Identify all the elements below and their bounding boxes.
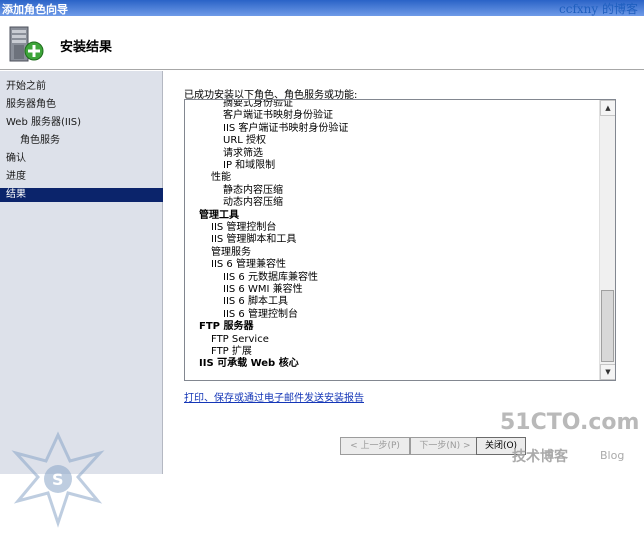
list-item: FTP 扩展: [211, 346, 252, 357]
list-item: IIS 管理控制台: [211, 222, 277, 233]
list-item: 管理工具: [199, 209, 239, 221]
watermark-blog-en: Blog: [600, 449, 625, 462]
list-scrollbar[interactable]: ▲ ▼: [599, 100, 615, 380]
svg-text:S: S: [52, 470, 64, 489]
window-title: 添加角色向导: [2, 3, 68, 16]
previous-button[interactable]: < 上一步(P): [340, 437, 410, 455]
scroll-down-icon[interactable]: ▼: [600, 364, 615, 380]
sidebar-item-results[interactable]: 结果: [0, 188, 163, 202]
scrollbar-thumb[interactable]: [601, 290, 614, 362]
list-item: IIS 6 脚本工具: [223, 296, 288, 308]
scroll-up-icon[interactable]: ▲: [600, 100, 615, 116]
wizard-steps-sidebar: 开始之前 服务器角色 Web 服务器(IIS) 角色服务 确认 进度 结果 S: [0, 71, 163, 528]
page-title: 安装结果: [60, 40, 113, 55]
list-item: 静态内容压缩: [223, 184, 283, 196]
watermark-title: ccfxny 的博客: [559, 2, 638, 16]
server-add-icon: [9, 26, 44, 62]
sidebar-item-role-services[interactable]: 角色服务: [0, 134, 163, 148]
watermark-blog: 技术博客: [512, 449, 568, 465]
list-item: 性能: [211, 172, 231, 184]
list-item: FTP Service: [211, 333, 269, 345]
list-item: IIS 6 元数据库兼容性: [223, 271, 318, 283]
sidebar-item-before-you-begin[interactable]: 开始之前: [0, 80, 163, 94]
list-item: IIS 6 管理兼容性: [211, 259, 286, 271]
installed-features-content: 摘要式身份验证 客户端证书映射身份验证 IIS 客户端证书映射身份验证 URL 授权请…: [185, 100, 599, 380]
list-item: 请求筛选: [223, 147, 263, 159]
list-item: IIS 管理脚本和工具: [211, 234, 297, 246]
list-item: 管理服务: [211, 246, 251, 258]
list-item: FTP 服务器: [199, 321, 254, 333]
list-item: URL 授权: [223, 135, 267, 147]
list-item: IIS 客户端证书映射身份验证: [223, 122, 349, 134]
sidebar-item-progress[interactable]: 进度: [0, 170, 163, 184]
list-item: IIS 6 WMI 兼容性: [223, 284, 303, 295]
installed-features-list[interactable]: 摘要式身份验证 客户端证书映射身份验证 IIS 客户端证书映射身份验证 URL 授权请…: [184, 99, 616, 381]
sidebar-item-web-server-iis[interactable]: Web 服务器(IIS): [0, 116, 163, 130]
watermark-logo: S: [11, 431, 105, 528]
wizard-header: 安装结果: [0, 16, 644, 70]
sidebar-item-server-roles[interactable]: 服务器角色: [0, 98, 163, 112]
next-button[interactable]: 下一步(N) >: [410, 437, 480, 455]
list-item: 动态内容压缩: [223, 197, 283, 209]
watermark-site: 51CTO.com: [500, 410, 640, 435]
list-item: 摘要式身份验证: [223, 100, 293, 109]
list-item: IIS 可承载 Web 核心: [199, 358, 299, 370]
list-item: IP 和域限制: [223, 160, 276, 171]
list-item: IIS 6 管理控制台: [223, 308, 298, 320]
print-save-email-report-link[interactable]: 打印、保存或通过电子邮件发送安装报告: [184, 389, 364, 404]
sidebar-item-confirmation[interactable]: 确认: [0, 152, 163, 166]
title-bar: 添加角色向导 ccfxny 的博客: [0, 0, 644, 16]
list-item: 客户端证书映射身份验证: [223, 110, 333, 122]
